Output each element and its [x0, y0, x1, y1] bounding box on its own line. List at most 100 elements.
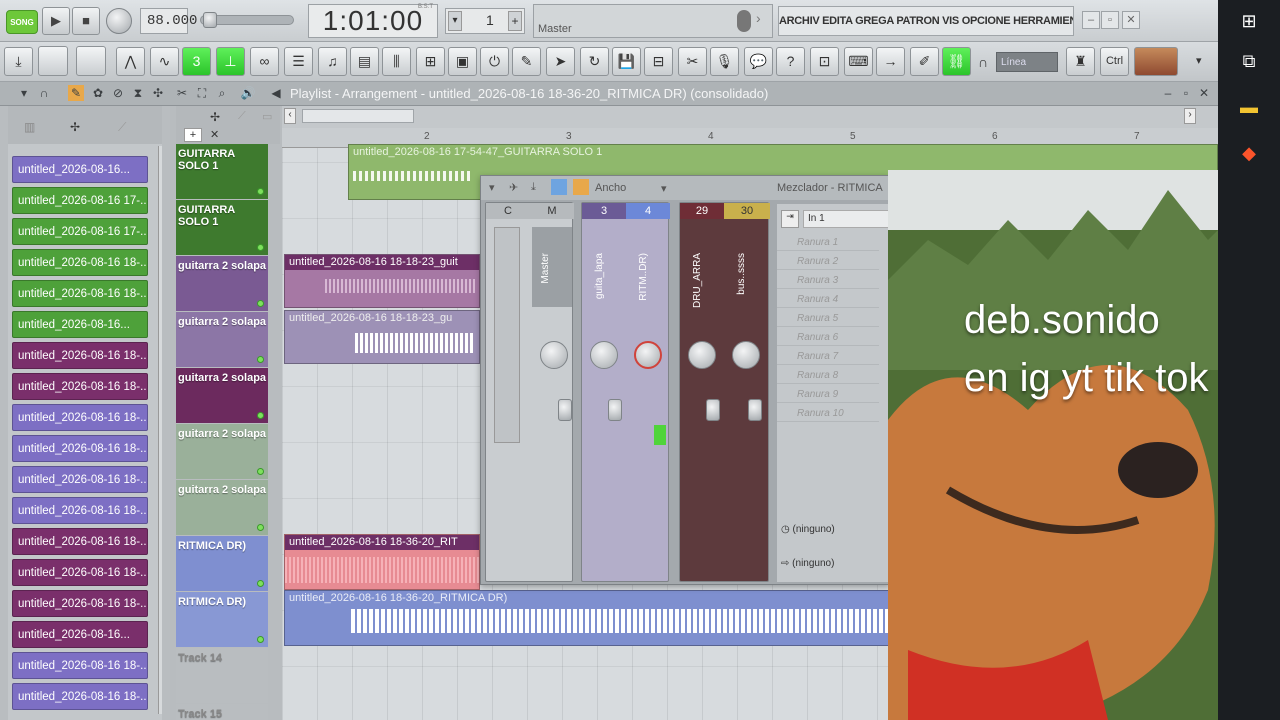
clip-list-item[interactable]: untitled_2026-08-16 17-... — [12, 187, 148, 214]
microphone-icon[interactable]: 🎙 — [710, 47, 739, 76]
song-mode-button[interactable]: SONG — [6, 10, 38, 34]
metronome-icon[interactable]: ⋀ — [116, 47, 145, 76]
wait-input-icon[interactable]: ∿ — [150, 47, 179, 76]
paint-tool-icon[interactable]: ✿ — [90, 85, 106, 101]
view-mode-2-icon[interactable] — [573, 179, 589, 195]
clip-list-item[interactable]: untitled_2026-08-16 18-... — [12, 249, 148, 276]
view-mode-icon[interactable] — [551, 179, 567, 195]
pan-knob[interactable] — [688, 341, 716, 369]
pattern-icon[interactable]: ▥ — [24, 120, 35, 134]
pan-knob[interactable] — [590, 341, 618, 369]
none-2[interactable]: ⇨ (ninguno) — [781, 558, 834, 569]
track-header[interactable]: guitarra 2 solapa — [176, 256, 268, 311]
audio-track-icon[interactable]: ✢ — [210, 110, 220, 124]
scroll-left-icon[interactable]: ‹ — [284, 108, 296, 124]
download-icon[interactable]: ⤓ — [531, 181, 536, 194]
ctrl-button[interactable]: Ctrl — [1100, 47, 1129, 76]
clip-list-item[interactable]: untitled_2026-08-16... — [12, 156, 148, 183]
bird-icon[interactable]: ✈ — [509, 181, 518, 194]
clip-list-item[interactable]: untitled_2026-08-16... — [12, 621, 148, 648]
main-menu[interactable]: ARCHIV EDITA GREGA PATRON VIS OPCIONE HE… — [778, 6, 1074, 36]
clip-list-item[interactable]: untitled_2026-08-16 18-... — [12, 342, 148, 369]
track-header[interactable]: RITMICA DR) — [176, 536, 268, 591]
select-tool-icon[interactable]: ⛶ — [194, 85, 210, 101]
audio-icon[interactable]: ✢ — [70, 120, 80, 134]
menu-arrow-icon[interactable]: ▾ — [16, 85, 32, 101]
save-icon[interactable]: 💾 — [612, 47, 641, 76]
pattern-selector[interactable]: ▾ 1 + — [445, 8, 525, 34]
arrow-right-icon[interactable]: → — [876, 47, 905, 76]
loop-record-icon[interactable]: ∞ — [250, 47, 279, 76]
audio-clip-ritmica-1[interactable]: untitled_2026-08-16 18-36-20_RIT — [284, 534, 480, 590]
piano-roll-icon[interactable]: ♫ — [318, 47, 347, 76]
track-enabled-indicator[interactable] — [257, 468, 264, 475]
master-pitch-knob[interactable] — [76, 46, 106, 76]
record-button[interactable] — [106, 8, 132, 34]
windows-start-icon[interactable]: ⊞ — [1236, 8, 1262, 34]
magnet-icon[interactable]: ∩ — [36, 85, 52, 101]
pattern-dropdown-icon[interactable]: ▾ — [448, 11, 462, 31]
plugin-picker-icon[interactable]: ⊞ — [416, 47, 445, 76]
fx-slot[interactable]: Ranura 4 — [777, 291, 879, 308]
track-header[interactable]: guitarra 2 solapa — [176, 312, 268, 367]
clip-list-item[interactable]: untitled_2026-08-16 18-... — [12, 683, 148, 710]
delete-tool-icon[interactable]: ⊘ — [110, 85, 126, 101]
mute-tool-icon[interactable]: ⧗ — [130, 85, 146, 101]
clip-list-item[interactable]: untitled_2026-08-16 18-... — [12, 280, 148, 307]
brave-browser-icon[interactable]: ◆ — [1236, 140, 1262, 166]
play-button[interactable]: ▶ — [42, 7, 70, 35]
clip-list-item[interactable]: untitled_2026-08-16 18-... — [12, 373, 148, 400]
step-edit-icon[interactable]: ⊥ — [216, 47, 245, 76]
clip-list-item[interactable]: untitled_2026-08-16 18-... — [12, 528, 148, 555]
link-icon[interactable]: ⛓ — [942, 47, 971, 76]
track-enabled-indicator[interactable] — [257, 300, 264, 307]
track-enabled-indicator[interactable] — [257, 524, 264, 531]
slice-tool-icon[interactable]: ✂ — [174, 85, 190, 101]
hat-icon[interactable]: ♜ — [1066, 47, 1095, 76]
playback-tool-icon[interactable]: 🔊 — [240, 85, 256, 101]
clip-list-item[interactable]: untitled_2026-08-16 18-... — [12, 652, 148, 679]
grid-track-icon[interactable]: ▭ — [262, 110, 272, 123]
track-header[interactable]: Track 15 — [176, 704, 268, 720]
clip-list-item[interactable]: untitled_2026-08-16 18-... — [12, 590, 148, 617]
insert-strip-3[interactable]: 3 4 guita_lapa RITM..DR) — [581, 202, 670, 582]
track-header[interactable]: guitarra 2 solapa — [176, 368, 268, 423]
close-icon[interactable]: ✕ — [1196, 85, 1212, 101]
toolbar-dropdown-icon[interactable]: ▾ — [1196, 54, 1202, 67]
fx-slot[interactable]: Ranura 3 — [777, 272, 879, 289]
fx-slot[interactable]: Ranura 9 — [777, 386, 879, 403]
track-header[interactable]: guitarra 2 solapa — [176, 424, 268, 479]
download-icon[interactable]: ⤓ — [4, 47, 33, 76]
clip-list-item[interactable]: untitled_2026-08-16... — [12, 311, 148, 338]
scroll-thumb[interactable] — [302, 109, 414, 123]
add-track-icon[interactable]: + — [184, 128, 202, 142]
pan-knob[interactable] — [732, 341, 760, 369]
mode-arrow-icon[interactable]: ▾ — [661, 182, 667, 195]
clip-list-item[interactable]: untitled_2026-08-16 17-... — [12, 218, 148, 245]
fx-slot[interactable]: Ranura 10 — [777, 405, 879, 422]
task-view-icon[interactable]: ⧉ — [1236, 48, 1262, 74]
add-pattern-icon[interactable]: + — [508, 11, 522, 31]
send-icon[interactable]: ➤ — [546, 47, 575, 76]
menu-arrow-icon[interactable]: ▾ — [489, 181, 495, 194]
volume-fader[interactable] — [558, 399, 572, 421]
track-enabled-indicator[interactable] — [257, 636, 264, 643]
speaker-icon[interactable]: ◀ — [268, 85, 284, 101]
clip-list-item[interactable]: untitled_2026-08-16 18-... — [12, 559, 148, 586]
track-header[interactable]: GUITARRA SOLO 1 — [176, 144, 268, 199]
fx-slot[interactable]: Ranura 1 — [777, 234, 879, 251]
magnet-icon[interactable]: ∩ — [978, 54, 988, 70]
plugin-icon[interactable]: ⏻ — [480, 47, 509, 76]
mixer-routing-icon[interactable]: ⊟ — [644, 47, 673, 76]
input-select[interactable]: In 1 — [803, 210, 889, 228]
typing-keyboard-icon[interactable]: ✎ — [512, 47, 541, 76]
master-strip[interactable]: C M Master — [485, 202, 574, 582]
master-pitch-slider[interactable] — [200, 12, 294, 28]
slip-tool-icon[interactable]: ✣ — [150, 85, 166, 101]
playlist-icon[interactable]: ☰ — [284, 47, 313, 76]
audio-clip-solapa-2[interactable]: untitled_2026-08-16 18-18-23_gu — [284, 310, 480, 364]
fx-slot[interactable]: Ranura 2 — [777, 253, 879, 270]
close-track-icon[interactable]: ✕ — [210, 128, 219, 141]
track-header[interactable]: Track 14 — [176, 648, 268, 703]
volume-fader[interactable] — [706, 399, 720, 421]
